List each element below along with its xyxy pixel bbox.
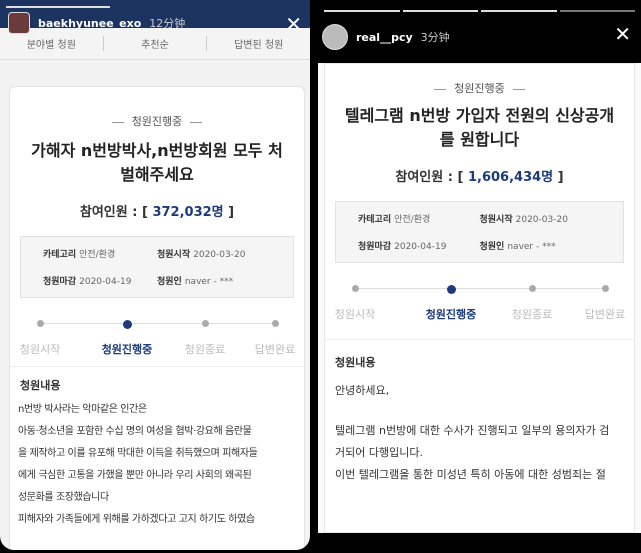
info-box: 카테고리 안전/환경 청원시작 2020-03-20 청원마감 2020-04-19 …	[20, 236, 294, 298]
story-user[interactable]: baekhyunee_exo 12分钟	[8, 12, 185, 34]
petition-title: 텔레그램 n번방 가입자 전원의 신상공개를 원합니다	[344, 106, 615, 149]
step-answered: 답변완료	[570, 285, 640, 322]
story-user[interactable]: real__pcy 3分钟	[322, 24, 450, 50]
avatar	[8, 12, 30, 34]
story-progress	[324, 10, 635, 12]
story-time: 3分钟	[420, 31, 450, 44]
status-badge: 청원진행중	[325, 80, 634, 96]
story-progress	[6, 6, 110, 8]
left-story-panel: baekhyunee_exo 12分钟 ✕ 분야별 청원 추천순 답변된 청원 …	[0, 0, 310, 550]
right-story-panel: real__pcy 3分钟 ✕ 청원진행중 텔레그램 n번방 가입자 전원의 신…	[318, 0, 641, 553]
petition-body: n번방 박사라는 악마같은 인간은 아동·청소년을 포함한 수십 명의 여성을 협…	[18, 404, 258, 525]
participant-count: 참여인원 : [ 1,606,434명 ]	[395, 170, 564, 185]
progress-steps: 청원시작 청원진행중 청원종료 답변완료	[10, 320, 304, 360]
petition-card: 청원진행중 가해자 n번방박사,n번방회원 모두 처벌해주세요 참여인원 : […	[9, 86, 305, 550]
step-end: 청원종료	[170, 320, 240, 357]
step-active: 청원진행중	[92, 320, 162, 357]
step-active: 청원진행중	[416, 285, 486, 322]
progress-steps: 청원시작 청원진행중 청원종료 답변완료	[325, 285, 634, 325]
participant-count: 참여인원 : [ 372,032명 ]	[79, 205, 235, 220]
step-end: 청원종료	[497, 285, 567, 322]
close-icon[interactable]: ✕	[614, 24, 631, 44]
step-start: 청원시작	[5, 320, 75, 357]
petition-title: 가해자 n번방박사,n번방회원 모두 처벌해주세요	[31, 141, 283, 184]
nav-category[interactable]: 분야별 청원	[0, 36, 104, 51]
step-start: 청원시작	[320, 285, 390, 322]
nav-recommended[interactable]: 추천순	[104, 36, 208, 51]
nav-answered[interactable]: 답변된 청원	[207, 36, 310, 51]
story-time: 12分钟	[149, 17, 186, 30]
step-answered: 답변완료	[240, 320, 310, 357]
site-header: baekhyunee_exo 12分钟 ✕	[0, 0, 310, 34]
petition-body: 안녕하세요, 텔레그램 n번방에 대한 수사가 진행되고 일부의 용의자가 검 거되…	[335, 384, 610, 481]
close-icon[interactable]: ✕	[285, 14, 302, 34]
section-heading: 청원내용	[325, 339, 634, 380]
status-badge: 청원진행중	[10, 113, 304, 129]
username: real__pcy	[356, 30, 413, 44]
petition-card: 청원진행중 텔레그램 n번방 가입자 전원의 신상공개를 원합니다 참여인원 :…	[318, 63, 641, 533]
username: baekhyunee_exo	[38, 16, 142, 30]
avatar	[322, 24, 348, 50]
section-heading: 청원내용	[10, 366, 304, 399]
info-box: 카테고리 안전/환경 청원시작 2020-03-20 청원마감 2020-04-19 …	[335, 201, 624, 263]
